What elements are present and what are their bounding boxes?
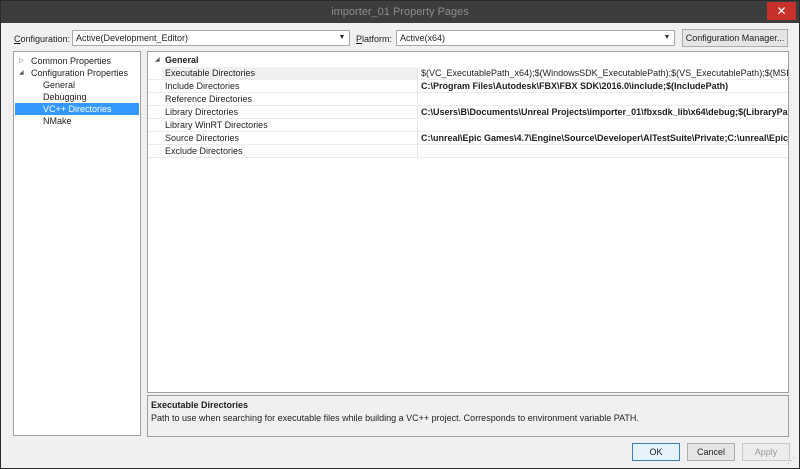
property-name: Library WinRT Directories bbox=[162, 119, 418, 131]
property-row-library-winrt-directories[interactable]: Library WinRT Directories bbox=[148, 119, 788, 132]
apply-button[interactable]: Apply bbox=[742, 443, 790, 461]
chevron-down-icon: ▼ bbox=[663, 34, 671, 41]
cancel-button[interactable]: Cancel bbox=[687, 443, 735, 461]
property-value[interactable] bbox=[420, 145, 788, 157]
property-row-executable-directories[interactable]: Executable Directories $(VC_ExecutablePa… bbox=[148, 67, 788, 80]
property-name: Library Directories bbox=[162, 106, 418, 118]
property-value[interactable]: C:\Users\B\Documents\Unreal Projects\imp… bbox=[420, 106, 788, 118]
configuration-label-rest: onfiguration: bbox=[20, 34, 71, 44]
property-row-source-directories[interactable]: Source Directories C:\unreal\Epic Games\… bbox=[148, 132, 788, 145]
property-value[interactable]: C:\unreal\Epic Games\4.7\Engine\Source\D… bbox=[420, 132, 788, 144]
platform-label-rest: latform: bbox=[362, 34, 393, 44]
property-name: Executable Directories bbox=[162, 67, 418, 79]
description-text: Path to use when searching for executabl… bbox=[151, 413, 639, 423]
configuration-dropdown[interactable]: Active(Development_Editor) ▼ bbox=[72, 30, 350, 46]
property-tree[interactable]: ▷ Common Properties ◢ Configuration Prop… bbox=[13, 51, 141, 436]
property-pages-dialog: importer_01 Property Pages ✕ Configurati… bbox=[0, 0, 800, 469]
platform-value: Active(x64) bbox=[400, 33, 446, 43]
description-panel: Executable Directories Path to use when … bbox=[147, 395, 789, 437]
tree-item-general[interactable]: General bbox=[43, 79, 75, 91]
property-name: Include Directories bbox=[162, 80, 418, 92]
property-value[interactable] bbox=[420, 93, 788, 105]
property-value[interactable]: $(VC_ExecutablePath_x64);$(WindowsSDK_Ex… bbox=[420, 67, 788, 79]
collapse-arrow-icon[interactable]: ◢ bbox=[155, 54, 160, 66]
configuration-value: Active(Development_Editor) bbox=[76, 33, 189, 43]
property-row-reference-directories[interactable]: Reference Directories bbox=[148, 93, 788, 106]
tree-item-debugging[interactable]: Debugging bbox=[43, 91, 87, 103]
property-row-library-directories[interactable]: Library Directories C:\Users\B\Documents… bbox=[148, 106, 788, 119]
tree-item-configuration-properties[interactable]: Configuration Properties bbox=[31, 67, 128, 79]
ok-button[interactable]: OK bbox=[632, 443, 680, 461]
resize-grip-icon[interactable]: ⋰ bbox=[787, 456, 797, 466]
collapse-arrow-icon[interactable]: ◢ bbox=[19, 67, 24, 79]
property-name: Exclude Directories bbox=[162, 145, 418, 157]
category-label: General bbox=[165, 55, 199, 65]
tree-item-nmake[interactable]: NMake bbox=[43, 115, 72, 127]
property-value[interactable]: C:\Program Files\Autodesk\FBX\FBX SDK\20… bbox=[420, 80, 788, 92]
tree-item-vc-directories[interactable]: VC++ Directories bbox=[15, 103, 139, 115]
configuration-label: Configuration: bbox=[14, 34, 70, 44]
property-row-include-directories[interactable]: Include Directories C:\Program Files\Aut… bbox=[148, 80, 788, 93]
property-name: Reference Directories bbox=[162, 93, 418, 105]
window-title: importer_01 Property Pages bbox=[331, 6, 469, 18]
expand-arrow-icon[interactable]: ▷ bbox=[19, 55, 24, 67]
configuration-manager-button[interactable]: Configuration Manager... bbox=[682, 29, 788, 47]
tree-item-common-properties[interactable]: Common Properties bbox=[31, 55, 111, 67]
chevron-down-icon: ▼ bbox=[338, 34, 346, 41]
property-grid[interactable]: ◢ General Executable Directories $(VC_Ex… bbox=[147, 51, 789, 393]
close-icon[interactable]: ✕ bbox=[767, 2, 796, 20]
property-row-exclude-directories[interactable]: Exclude Directories bbox=[148, 145, 788, 158]
description-title: Executable Directories bbox=[151, 400, 249, 410]
property-value[interactable] bbox=[420, 119, 788, 131]
category-general[interactable]: ◢ General bbox=[148, 54, 788, 66]
title-bar[interactable]: importer_01 Property Pages ✕ bbox=[1, 1, 799, 23]
property-name: Source Directories bbox=[162, 132, 418, 144]
platform-label: Platform: bbox=[356, 34, 392, 44]
platform-dropdown[interactable]: Active(x64) ▼ bbox=[396, 30, 675, 46]
